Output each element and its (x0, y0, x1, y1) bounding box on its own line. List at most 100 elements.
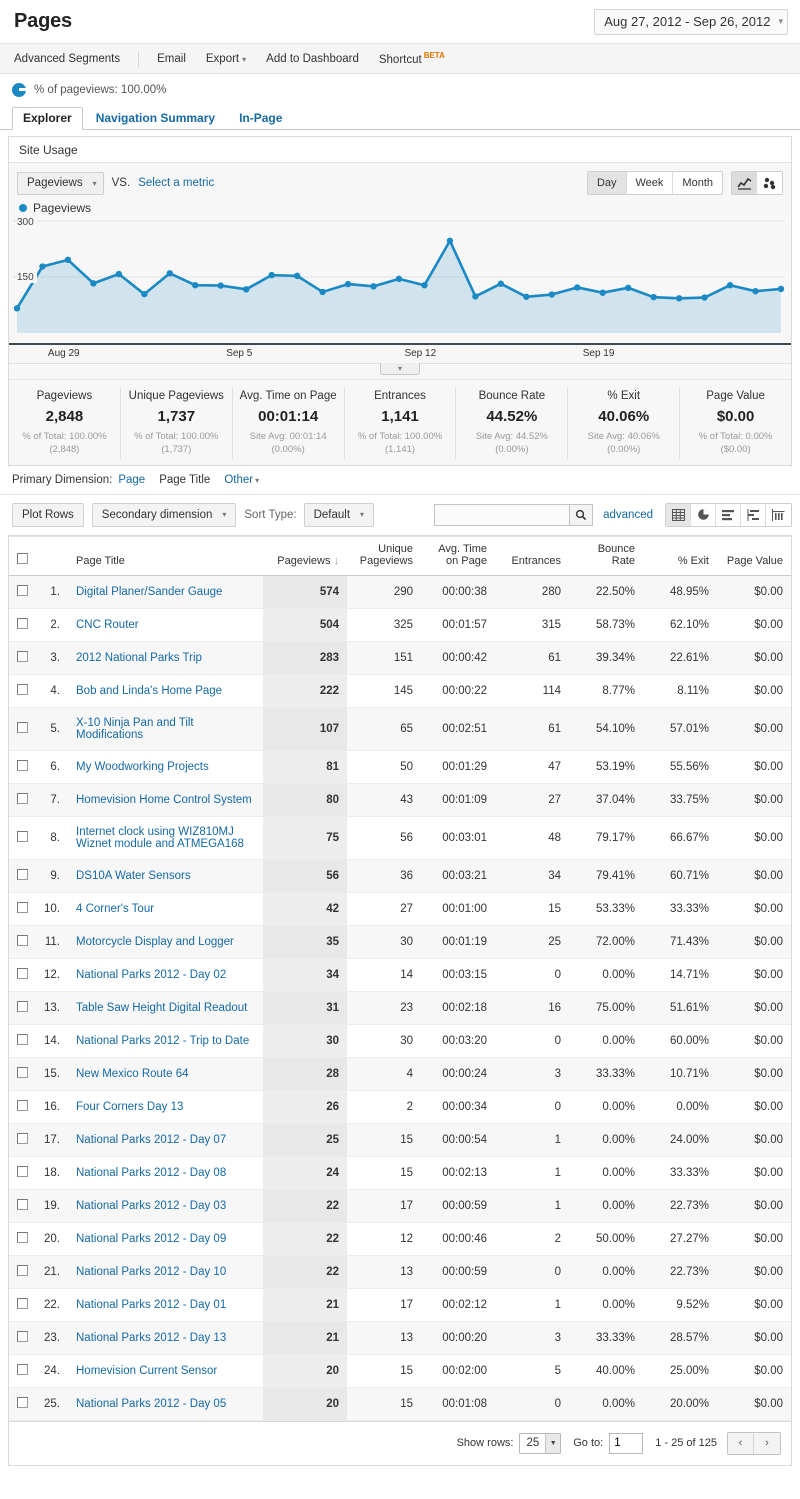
line-chart-icon[interactable] (732, 172, 757, 194)
tab-navigation-summary[interactable]: Navigation Summary (85, 107, 226, 129)
page-title-link[interactable]: Four Corners Day 13 (76, 1101, 183, 1113)
row-checkbox-cell[interactable] (9, 1123, 36, 1156)
page-title-link[interactable]: Table Saw Height Digital Readout (76, 1002, 247, 1014)
goto-page-input[interactable] (609, 1433, 643, 1454)
row-checkbox[interactable] (17, 1133, 28, 1144)
page-title-link[interactable]: National Parks 2012 - Day 10 (76, 1266, 226, 1278)
row-checkbox[interactable] (17, 1199, 28, 1210)
export-button[interactable]: Export▾ (196, 53, 256, 65)
row-checkbox-cell[interactable] (9, 1288, 36, 1321)
page-title-link[interactable]: Homevision Home Control System (76, 794, 252, 806)
comparison-view-icon[interactable] (741, 504, 766, 526)
search-button[interactable] (569, 504, 593, 526)
row-checkbox[interactable] (17, 1397, 28, 1408)
row-checkbox[interactable] (17, 1001, 28, 1012)
row-checkbox-cell[interactable] (9, 859, 36, 892)
row-checkbox-cell[interactable] (9, 1090, 36, 1123)
column-header-bounce-rate[interactable]: Bounce Rate (569, 536, 643, 575)
scatter-chart-icon[interactable] (757, 172, 782, 194)
page-title-link[interactable]: National Parks 2012 - Trip to Date (76, 1035, 249, 1047)
row-checkbox[interactable] (17, 793, 28, 804)
row-checkbox-cell[interactable] (9, 575, 36, 608)
column-header-entrances[interactable]: Entrances (495, 536, 569, 575)
advanced-search-link[interactable]: advanced (603, 509, 653, 521)
row-checkbox[interactable] (17, 585, 28, 596)
granularity-month[interactable]: Month (673, 172, 722, 194)
row-checkbox-cell[interactable] (9, 816, 36, 859)
select-all-checkbox[interactable] (17, 553, 28, 564)
add-to-dashboard-button[interactable]: Add to Dashboard (256, 53, 369, 65)
row-checkbox-cell[interactable] (9, 1321, 36, 1354)
granularity-week[interactable]: Week (627, 172, 674, 194)
table-view-icon[interactable] (666, 504, 691, 526)
row-checkbox[interactable] (17, 760, 28, 771)
pageviews-chart[interactable]: 300 150 (9, 215, 791, 343)
row-checkbox[interactable] (17, 1166, 28, 1177)
row-checkbox[interactable] (17, 902, 28, 913)
slider-handle[interactable]: ▾ (380, 363, 420, 375)
tab-in-page[interactable]: In-Page (228, 107, 293, 129)
page-title-link[interactable]: 2012 National Parks Trip (76, 652, 202, 664)
row-checkbox-cell[interactable] (9, 1387, 36, 1420)
sort-type-select[interactable]: Default ▾ (304, 503, 374, 527)
row-checkbox-cell[interactable] (9, 1189, 36, 1222)
tab-explorer[interactable]: Explorer (12, 107, 83, 130)
row-checkbox[interactable] (17, 968, 28, 979)
row-checkbox[interactable] (17, 869, 28, 880)
row-checkbox-cell[interactable] (9, 1057, 36, 1090)
row-checkbox-cell[interactable] (9, 1024, 36, 1057)
row-checkbox[interactable] (17, 1364, 28, 1375)
row-checkbox-cell[interactable] (9, 608, 36, 641)
row-checkbox[interactable] (17, 1100, 28, 1111)
rows-per-page-select[interactable]: 25 ▼ (519, 1433, 561, 1454)
row-checkbox-cell[interactable] (9, 1156, 36, 1189)
row-checkbox-cell[interactable] (9, 641, 36, 674)
page-title-link[interactable]: Homevision Current Sensor (76, 1365, 217, 1377)
page-title-link[interactable]: National Parks 2012 - Day 13 (76, 1332, 226, 1344)
shortcut-button[interactable]: ShortcutBETA (369, 51, 455, 66)
page-title-link[interactable]: Motorcycle Display and Logger (76, 936, 234, 948)
metric-selector[interactable]: Pageviews ▾ (17, 172, 104, 195)
pivot-view-icon[interactable] (766, 504, 791, 526)
chart-date-slider[interactable]: ▾ (9, 363, 791, 379)
row-checkbox[interactable] (17, 935, 28, 946)
page-title-link[interactable]: National Parks 2012 - Day 01 (76, 1299, 226, 1311)
row-checkbox-cell[interactable] (9, 707, 36, 750)
page-title-link[interactable]: National Parks 2012 - Day 07 (76, 1134, 226, 1146)
page-title-link[interactable]: Digital Planer/Sander Gauge (76, 586, 222, 598)
page-title-link[interactable]: My Woodworking Projects (76, 761, 209, 773)
page-title-link[interactable]: New Mexico Route 64 (76, 1068, 189, 1080)
dimension-page-title-current[interactable]: Page Title (159, 474, 210, 486)
page-title-link[interactable]: CNC Router (76, 619, 139, 631)
advanced-segments-button[interactable]: Advanced Segments (14, 53, 130, 65)
page-title-link[interactable]: 4 Corner's Tour (76, 903, 154, 915)
next-page-button[interactable]: › (754, 1433, 780, 1454)
row-checkbox-cell[interactable] (9, 1354, 36, 1387)
column-header-page-title[interactable]: Page Title (68, 536, 263, 575)
row-checkbox-cell[interactable] (9, 892, 36, 925)
column-header-avg-time-on-page[interactable]: Avg. Time on Page (421, 536, 495, 575)
dimension-page-link[interactable]: Page (118, 474, 145, 486)
page-title-link[interactable]: National Parks 2012 - Day 09 (76, 1233, 226, 1245)
select-all-header[interactable] (9, 536, 36, 575)
row-checkbox[interactable] (17, 1232, 28, 1243)
row-checkbox-cell[interactable] (9, 991, 36, 1024)
page-title-link[interactable]: National Parks 2012 - Day 03 (76, 1200, 226, 1212)
page-title-link[interactable]: Bob and Linda's Home Page (76, 685, 222, 697)
column-header-page-value[interactable]: Page Value (717, 536, 791, 575)
page-title-link[interactable]: National Parks 2012 - Day 05 (76, 1398, 226, 1410)
secondary-dimension-button[interactable]: Secondary dimension ▾ (92, 503, 237, 527)
row-checkbox[interactable] (17, 1067, 28, 1078)
row-checkbox[interactable] (17, 722, 28, 733)
row-checkbox-cell[interactable] (9, 674, 36, 707)
row-checkbox-cell[interactable] (9, 750, 36, 783)
dimension-other-link[interactable]: Other▾ (224, 474, 259, 486)
page-title-link[interactable]: National Parks 2012 - Day 02 (76, 969, 226, 981)
column-header-pageviews[interactable]: Pageviews↓ (263, 536, 347, 575)
column-header-exit[interactable]: % Exit (643, 536, 717, 575)
row-checkbox-cell[interactable] (9, 925, 36, 958)
previous-page-button[interactable]: ‹ (728, 1433, 754, 1454)
row-checkbox[interactable] (17, 684, 28, 695)
date-range-selector[interactable]: Aug 27, 2012 - Sep 26, 2012 ▾ (594, 9, 788, 35)
page-title-link[interactable]: Internet clock using WIZ810MJ Wiznet mod… (76, 826, 244, 850)
